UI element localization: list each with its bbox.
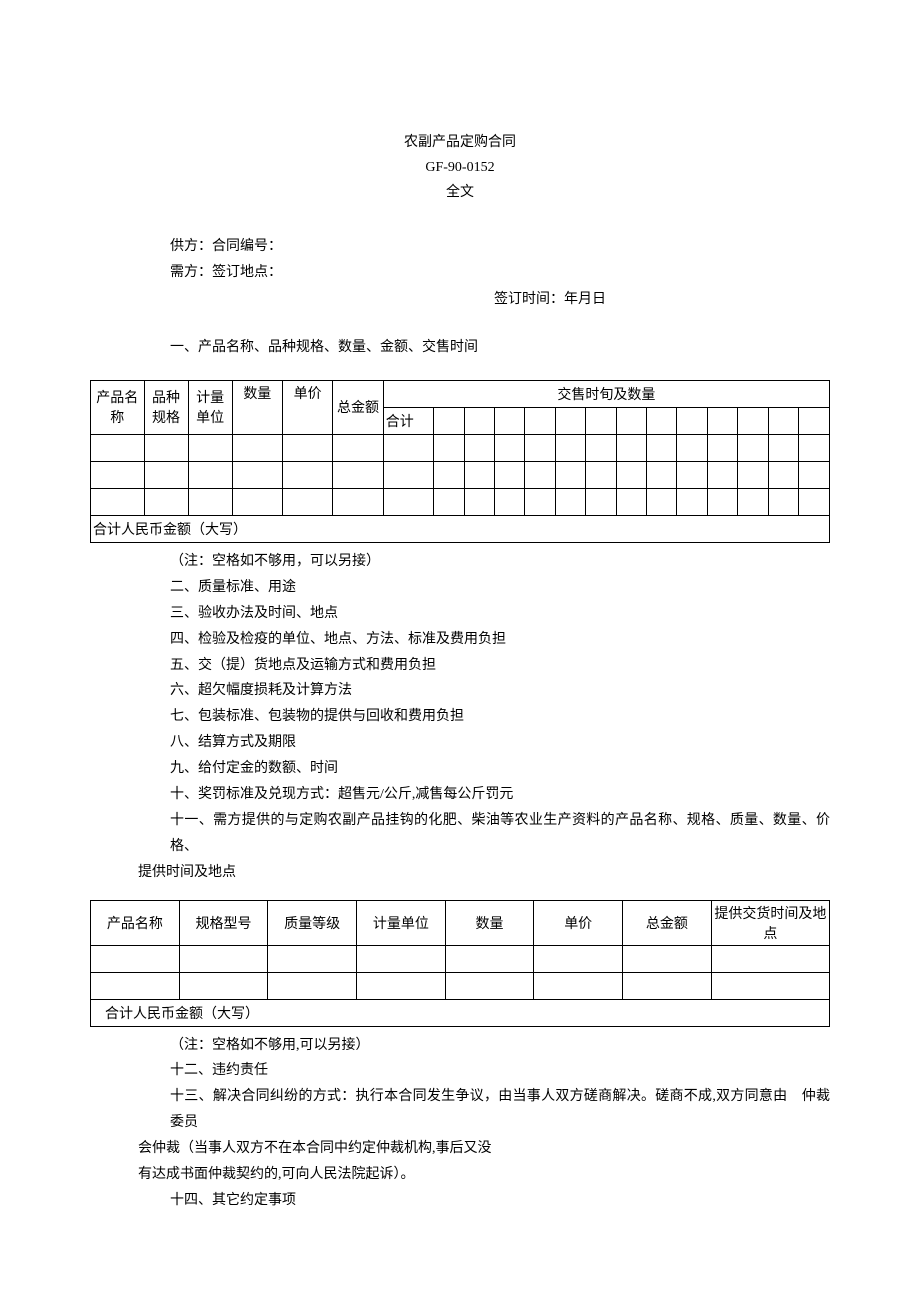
table2-data-row <box>91 972 830 999</box>
section-1-heading: 一、产品名称、品种规格、数量、金额、交售时间 <box>90 335 830 362</box>
title-line3: 全文 <box>90 180 830 205</box>
table1-col-subtotal: 合计 <box>383 407 433 434</box>
table1-data-row <box>91 488 830 515</box>
section-4: 四、检验及检疫的单位、地点、方法、标准及费用负担 <box>90 627 830 653</box>
section-11b: 提供时间及地点 <box>90 860 830 886</box>
section-12: 十二、违约责任 <box>90 1058 830 1084</box>
title-block: 农副产品定购合同 GF-90-0152 全文 <box>90 130 830 206</box>
table2-col-quality: 质量等级 <box>268 900 357 945</box>
section-13c: 有达成书面仲裁契约的,可向人民法院起诉）。 <box>90 1162 830 1188</box>
demander-line: 需方：签订地点： <box>90 260 830 287</box>
table2-data-row <box>91 945 830 972</box>
table2-col-delivery: 提供交货时间及地点 <box>711 900 829 945</box>
table1-subcol <box>555 407 585 434</box>
section-13a: 十三、解决合同纠纷的方式：执行本合同发生争议，由当事人双方磋商解决。磋商不成,双… <box>90 1084 830 1136</box>
section-5: 五、交（提）货地点及运输方式和费用负担 <box>90 653 830 679</box>
table1-subcol <box>525 407 555 434</box>
title-line2: GF-90-0152 <box>90 155 830 180</box>
table2-col-unit: 计量单位 <box>357 900 446 945</box>
table1-subcol <box>434 407 464 434</box>
table1-col-spec: 品种规格 <box>144 380 188 434</box>
table1-col-total: 总金额 <box>333 380 383 434</box>
table2-col-price: 单价 <box>534 900 623 945</box>
section-11a: 十一、需方提供的与定购农副产品挂钩的化肥、柴油等农业生产资料的产品名称、规格、质… <box>90 808 830 860</box>
table1-subcol <box>647 407 677 434</box>
table1-header-row1: 产品名称 品种规格 计量单位 数量 单价 总金额 交售时旬及数量 <box>91 380 830 407</box>
table2-col-qty: 数量 <box>445 900 534 945</box>
table1-subcol <box>586 407 616 434</box>
table1-data-row <box>91 434 830 461</box>
table1-subcol <box>464 407 494 434</box>
title-line1: 农副产品定购合同 <box>90 130 830 155</box>
table1-col-delivery: 交售时旬及数量 <box>383 380 829 407</box>
section-9: 九、给付定金的数额、时间 <box>90 756 830 782</box>
table2-footer-row: 合计人民币金额（大写） <box>91 999 830 1026</box>
section-3: 三、验收办法及时间、地点 <box>90 601 830 627</box>
table1-subcol <box>616 407 646 434</box>
table2-col-total: 总金额 <box>623 900 712 945</box>
table1-footer-row: 合计人民币金额（大写） <box>91 515 830 542</box>
section-10: 十、奖罚标准及兑现方式：超售元/公斤,减售每公斤罚元 <box>90 782 830 808</box>
section-8: 八、结算方式及期限 <box>90 730 830 756</box>
table1-subcol <box>799 407 830 434</box>
section-2: 二、质量标准、用途 <box>90 575 830 601</box>
table1-subcol <box>768 407 798 434</box>
table1-col-product: 产品名称 <box>91 380 145 434</box>
products-table-1: 产品名称 品种规格 计量单位 数量 单价 总金额 交售时旬及数量 合计 <box>90 380 830 543</box>
table1-subcol <box>677 407 707 434</box>
table2-header-row: 产品名称 规格型号 质量等级 计量单位 数量 单价 总金额 提供交货时间及地点 <box>91 900 830 945</box>
table1-col-qty: 数量 <box>232 380 282 434</box>
table1-col-price: 单价 <box>283 380 333 434</box>
table1-footer: 合计人民币金额（大写） <box>91 515 830 542</box>
table2-col-spec: 规格型号 <box>179 900 268 945</box>
section-6: 六、超欠幅度损耗及计算方法 <box>90 678 830 704</box>
table1-col-unit: 计量单位 <box>188 380 232 434</box>
table1-subcol <box>738 407 768 434</box>
supplier-line: 供方：合同编号： <box>90 234 830 261</box>
section-7: 七、包装标准、包装物的提供与回收和费用负担 <box>90 704 830 730</box>
table1-data-row <box>91 461 830 488</box>
sign-time-line: 签订时间：年月日 <box>90 287 830 314</box>
table2-footer: 合计人民币金额（大写） <box>91 999 830 1026</box>
products-table-2: 产品名称 规格型号 质量等级 计量单位 数量 单价 总金额 提供交货时间及地点 … <box>90 900 830 1027</box>
table1-subcol <box>494 407 524 434</box>
table2-col-product: 产品名称 <box>91 900 180 945</box>
table1-subcol <box>707 407 737 434</box>
note-1: （注：空格如不够用，可以另接） <box>90 549 830 575</box>
section-13b: 会仲裁（当事人双方不在本合同中约定仲裁机构,事后又没 <box>90 1136 830 1162</box>
section-14: 十四、其它约定事项 <box>90 1188 830 1214</box>
note-2: （注：空格如不够用,可以另接） <box>90 1033 830 1059</box>
